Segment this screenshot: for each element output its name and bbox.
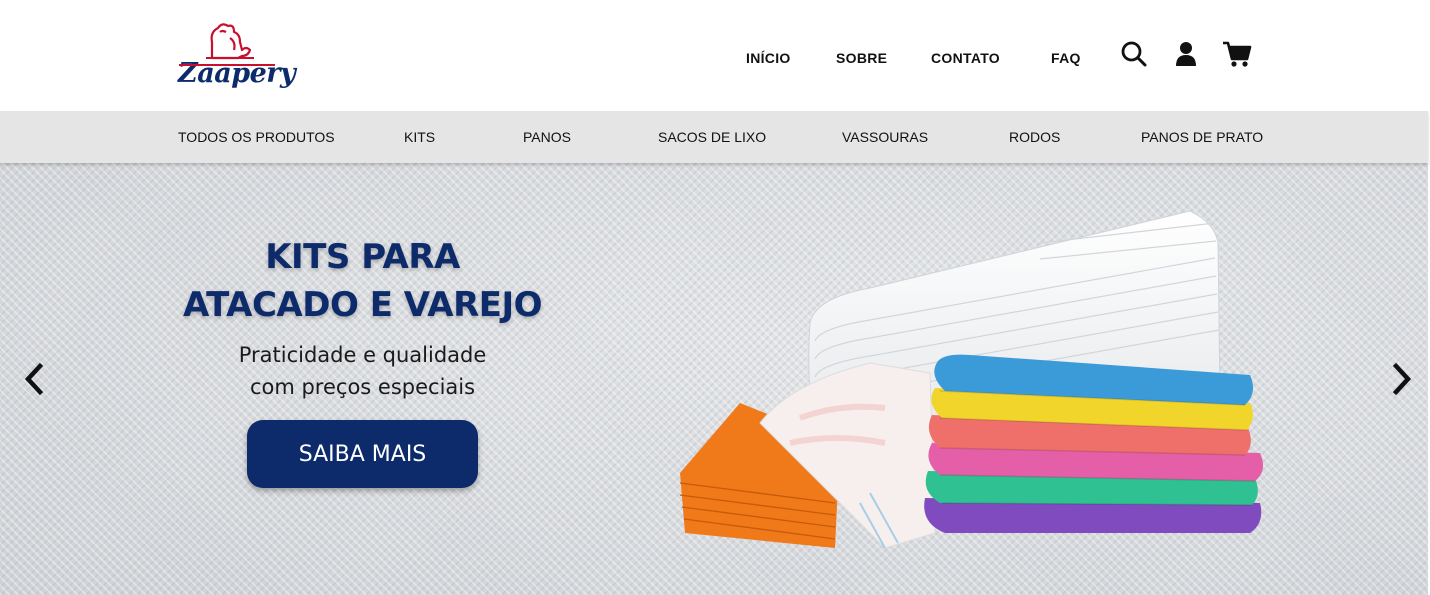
hero-subtitle: Praticidade e qualidade com preços espec… xyxy=(170,339,555,403)
chevron-left-icon xyxy=(24,362,44,396)
category-panos-de-prato[interactable]: PANOS DE PRATO xyxy=(1141,129,1263,145)
search-icon xyxy=(1121,41,1147,67)
nav-faq[interactable]: FAQ xyxy=(1051,50,1081,66)
nav-sobre[interactable]: SOBRE xyxy=(836,50,887,66)
hero-title-line-1: KITS PARA xyxy=(265,237,460,277)
carousel-next-button[interactable] xyxy=(1386,361,1416,397)
category-sacos-de-lixo[interactable]: SACOS DE LIXO xyxy=(658,129,766,145)
category-vassouras[interactable]: VASSOURAS xyxy=(842,129,928,145)
cart-button[interactable] xyxy=(1222,38,1252,70)
chevron-right-icon xyxy=(1392,362,1412,396)
hero-subtitle-line-1: Praticidade e qualidade xyxy=(238,343,487,367)
search-button[interactable] xyxy=(1119,38,1149,70)
site-header: Zaapery INÍCIO SOBRE CONTATO FAQ xyxy=(0,0,1430,111)
category-rodos[interactable]: RODOS xyxy=(1009,129,1060,145)
account-button[interactable] xyxy=(1171,38,1201,70)
nav-contato[interactable]: CONTATO xyxy=(931,50,1000,66)
logo-underline xyxy=(179,64,275,66)
brand-logo[interactable]: Zaapery xyxy=(175,20,296,95)
carousel-prev-button[interactable] xyxy=(20,361,50,397)
cart-icon xyxy=(1223,41,1252,67)
hero-title: KITS PARA ATACADO E VAREJO xyxy=(150,233,575,329)
category-todos-os-produtos[interactable]: TODOS OS PRODUTOS xyxy=(178,129,335,145)
hero-banner: KITS PARA ATACADO E VAREJO Praticidade e… xyxy=(0,163,1428,595)
saiba-mais-button[interactable]: SAIBA MAIS xyxy=(247,420,478,488)
brand-name: Zaapery xyxy=(178,58,296,89)
lion-icon xyxy=(206,23,254,60)
hero-subtitle-line-2: com preços especiais xyxy=(249,375,476,399)
category-kits[interactable]: KITS xyxy=(404,129,435,145)
colored-cloth-stack xyxy=(924,354,1264,533)
hero-title-line-2: ATACADO E VAREJO xyxy=(182,285,543,325)
category-panos[interactable]: PANOS xyxy=(523,129,571,145)
category-bar: TODOS OS PRODUTOS KITS PANOS SACOS DE LI… xyxy=(0,111,1428,163)
user-icon xyxy=(1176,42,1196,66)
cleaning-cloths-image xyxy=(679,210,1264,549)
nav-inicio[interactable]: INÍCIO xyxy=(746,50,791,66)
